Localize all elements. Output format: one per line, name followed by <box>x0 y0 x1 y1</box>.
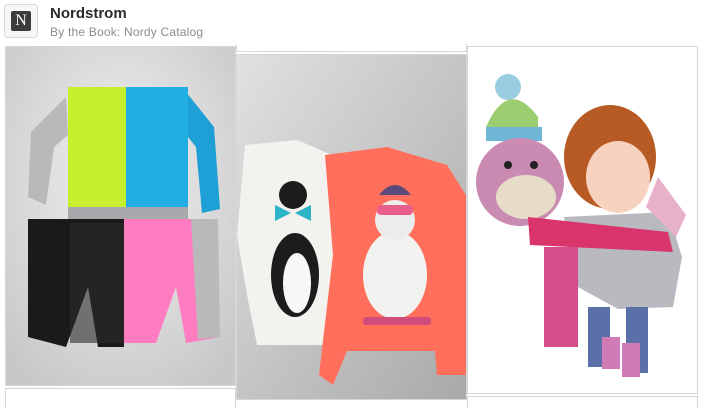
pin-image-sock-monkey <box>468 47 697 393</box>
pin-image-sweatsuit <box>6 47 235 385</box>
pin-card[interactable] <box>236 54 467 400</box>
board-name[interactable]: By the Book: Nordy Catalog <box>50 25 203 39</box>
pin-edge-below <box>5 388 236 408</box>
board-header: N Nordstrom By the Book: Nordy Catalog <box>0 0 707 46</box>
pin-card[interactable] <box>5 46 236 386</box>
pin-card[interactable] <box>467 46 698 394</box>
board-owner-name[interactable]: Nordstrom <box>50 5 127 22</box>
pin-edge-above <box>236 44 467 52</box>
nordstrom-logo[interactable]: N <box>4 4 38 38</box>
pin-edge-below <box>467 396 698 408</box>
logo-letter: N <box>11 11 31 31</box>
pin-image-graphic-tees <box>237 55 466 399</box>
